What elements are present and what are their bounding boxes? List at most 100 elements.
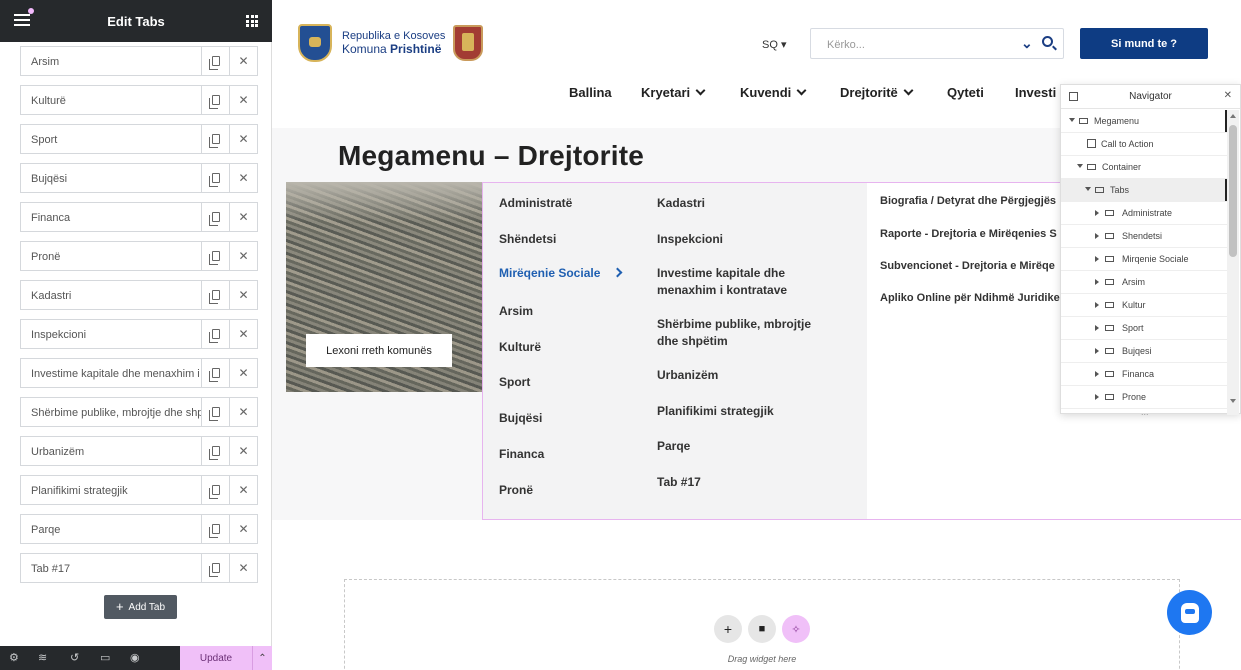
tab-item[interactable]: Pronë ✕ (20, 241, 258, 271)
language-select[interactable]: SQ ▾ (762, 38, 786, 51)
duplicate-button[interactable] (201, 281, 229, 309)
menu-item[interactable]: Planifikimi strategjik (657, 403, 774, 420)
save-options-chevron-up-icon[interactable]: ⌃ (252, 646, 272, 670)
settings-icon[interactable]: ⚙ (9, 652, 19, 664)
tree-row[interactable]: Call to Action (1061, 133, 1227, 156)
navigator-scrollbar[interactable] (1227, 110, 1239, 415)
submenu-link[interactable]: Subvencionet - Drejtoria e Mirëqe (880, 260, 1055, 272)
chevron-down-icon[interactable]: ⌄ (1021, 35, 1033, 52)
tab-item[interactable]: Planifikimi strategjik ✕ (20, 475, 258, 505)
caret-right-icon[interactable] (1095, 325, 1099, 331)
menu-item[interactable]: Sport (499, 374, 530, 391)
remove-button[interactable]: ✕ (229, 281, 257, 309)
tab-item[interactable]: Kadastri ✕ (20, 280, 258, 310)
caret-right-icon[interactable] (1095, 233, 1099, 239)
nav-item-kuvendi[interactable]: Kuvendi (740, 85, 805, 100)
tab-item-label[interactable]: Kulturë (21, 86, 201, 114)
preview-icon[interactable]: ◉ (130, 652, 140, 664)
widget-drop-zone[interactable]: + ■ ✧ Drag widget here (344, 579, 1180, 670)
remove-button[interactable]: ✕ (229, 359, 257, 387)
tab-item[interactable]: Tab #17 ✕ (20, 553, 258, 583)
tree-row-selected[interactable]: Tabs (1061, 179, 1227, 202)
tree-row[interactable]: Financa (1061, 363, 1227, 386)
tab-item[interactable]: Financa ✕ (20, 202, 258, 232)
menu-item[interactable]: Inspekcioni (657, 231, 723, 248)
add-section-plus-icon[interactable]: + (714, 615, 742, 643)
tree-row[interactable]: Sport (1061, 317, 1227, 340)
duplicate-button[interactable] (201, 437, 229, 465)
tree-row[interactable]: Prone (1061, 386, 1227, 409)
caret-down-icon[interactable] (1077, 164, 1083, 168)
remove-button[interactable]: ✕ (229, 242, 257, 270)
remove-button[interactable]: ✕ (229, 476, 257, 504)
submenu-link[interactable]: Biografia / Detyrat dhe Përgjegjës (880, 195, 1056, 207)
duplicate-button[interactable] (201, 398, 229, 426)
remove-button[interactable]: ✕ (229, 554, 257, 582)
duplicate-button[interactable] (201, 164, 229, 192)
update-button[interactable]: Update (180, 646, 252, 670)
remove-button[interactable]: ✕ (229, 398, 257, 426)
menu-item[interactable]: Shëndetsi (499, 231, 556, 248)
menu-item[interactable]: Arsim (499, 303, 533, 320)
tab-item-label[interactable]: Urbanizëm (21, 437, 201, 465)
tab-item[interactable]: Kulturë ✕ (20, 85, 258, 115)
duplicate-button[interactable] (201, 515, 229, 543)
menu-item-active[interactable]: Mirëqenie Sociale (499, 265, 623, 282)
remove-button[interactable]: ✕ (229, 86, 257, 114)
history-icon[interactable]: ↺ (70, 652, 79, 664)
layers-icon[interactable]: ≋ (38, 652, 47, 664)
tab-item[interactable]: Investime kapitale dhe menaxhim i kontra… (20, 358, 258, 388)
duplicate-button[interactable] (201, 125, 229, 153)
tab-item-label[interactable]: Inspekcioni (21, 320, 201, 348)
duplicate-button[interactable] (201, 476, 229, 504)
tab-item-label[interactable]: Kadastri (21, 281, 201, 309)
tree-row[interactable]: Shendetsi (1061, 225, 1227, 248)
menu-item-cont[interactable]: dhe shpëtim (657, 333, 728, 350)
search-icon[interactable] (1042, 36, 1053, 47)
tree-row[interactable]: Bujqesi (1061, 340, 1227, 363)
tab-item[interactable]: Bujqësi ✕ (20, 163, 258, 193)
tab-item[interactable]: Urbanizëm ✕ (20, 436, 258, 466)
remove-button[interactable]: ✕ (229, 437, 257, 465)
scroll-thumb[interactable] (1229, 125, 1237, 257)
menu-item[interactable]: Tab #17 (657, 474, 701, 491)
menu-item[interactable]: Bujqësi (499, 410, 542, 427)
read-more-button[interactable]: Lexoni rreth komunës (306, 334, 452, 367)
duplicate-button[interactable] (201, 359, 229, 387)
tab-item[interactable]: Parqe ✕ (20, 514, 258, 544)
nav-item-kryetari[interactable]: Kryetari (641, 85, 704, 100)
tab-item-label[interactable]: Bujqësi (21, 164, 201, 192)
duplicate-button[interactable] (201, 242, 229, 270)
nav-item-ballina[interactable]: Ballina (569, 85, 612, 100)
menu-item[interactable]: Investime kapitale dhe (657, 265, 785, 282)
menu-item[interactable]: Kulturë (499, 339, 541, 356)
remove-button[interactable]: ✕ (229, 47, 257, 75)
nav-item-drejtorite[interactable]: Drejtoritë (840, 85, 912, 100)
tab-item[interactable]: Sport ✕ (20, 124, 258, 154)
add-tab-button[interactable]: + Add Tab (104, 595, 177, 619)
responsive-icon[interactable]: ▭ (100, 652, 110, 664)
ai-sparkle-icon[interactable]: ✧ (782, 615, 810, 643)
submenu-link[interactable]: Apliko Online për Ndihmë Juridike (880, 292, 1060, 304)
nav-item-qyteti[interactable]: Qyteti (947, 85, 984, 100)
tree-row[interactable]: Administrate (1061, 202, 1227, 225)
nav-item-investime[interactable]: Investi (1015, 85, 1056, 100)
tab-item-label[interactable]: Parqe (21, 515, 201, 543)
duplicate-button[interactable] (201, 554, 229, 582)
widgets-grid-icon[interactable] (246, 15, 258, 27)
caret-right-icon[interactable] (1095, 302, 1099, 308)
tab-item[interactable]: Arsim ✕ (20, 46, 258, 76)
remove-button[interactable]: ✕ (229, 125, 257, 153)
tree-row[interactable]: Mirqenie Sociale (1061, 248, 1227, 271)
scroll-down-icon[interactable] (1230, 399, 1236, 403)
tab-item-label[interactable]: Financa (21, 203, 201, 231)
duplicate-button[interactable] (201, 203, 229, 231)
duplicate-button[interactable] (201, 320, 229, 348)
template-folder-icon[interactable]: ■ (748, 615, 776, 643)
tab-item-label[interactable]: Shërbime publike, mbrojtje dhe shpëtim (21, 398, 201, 426)
tree-row[interactable]: Megamenu (1061, 110, 1227, 133)
tab-item-label[interactable]: Pronë (21, 242, 201, 270)
search-input[interactable]: Kërko... (827, 39, 865, 51)
resize-handle[interactable]: ... (1141, 407, 1149, 417)
caret-down-icon[interactable] (1069, 118, 1075, 122)
